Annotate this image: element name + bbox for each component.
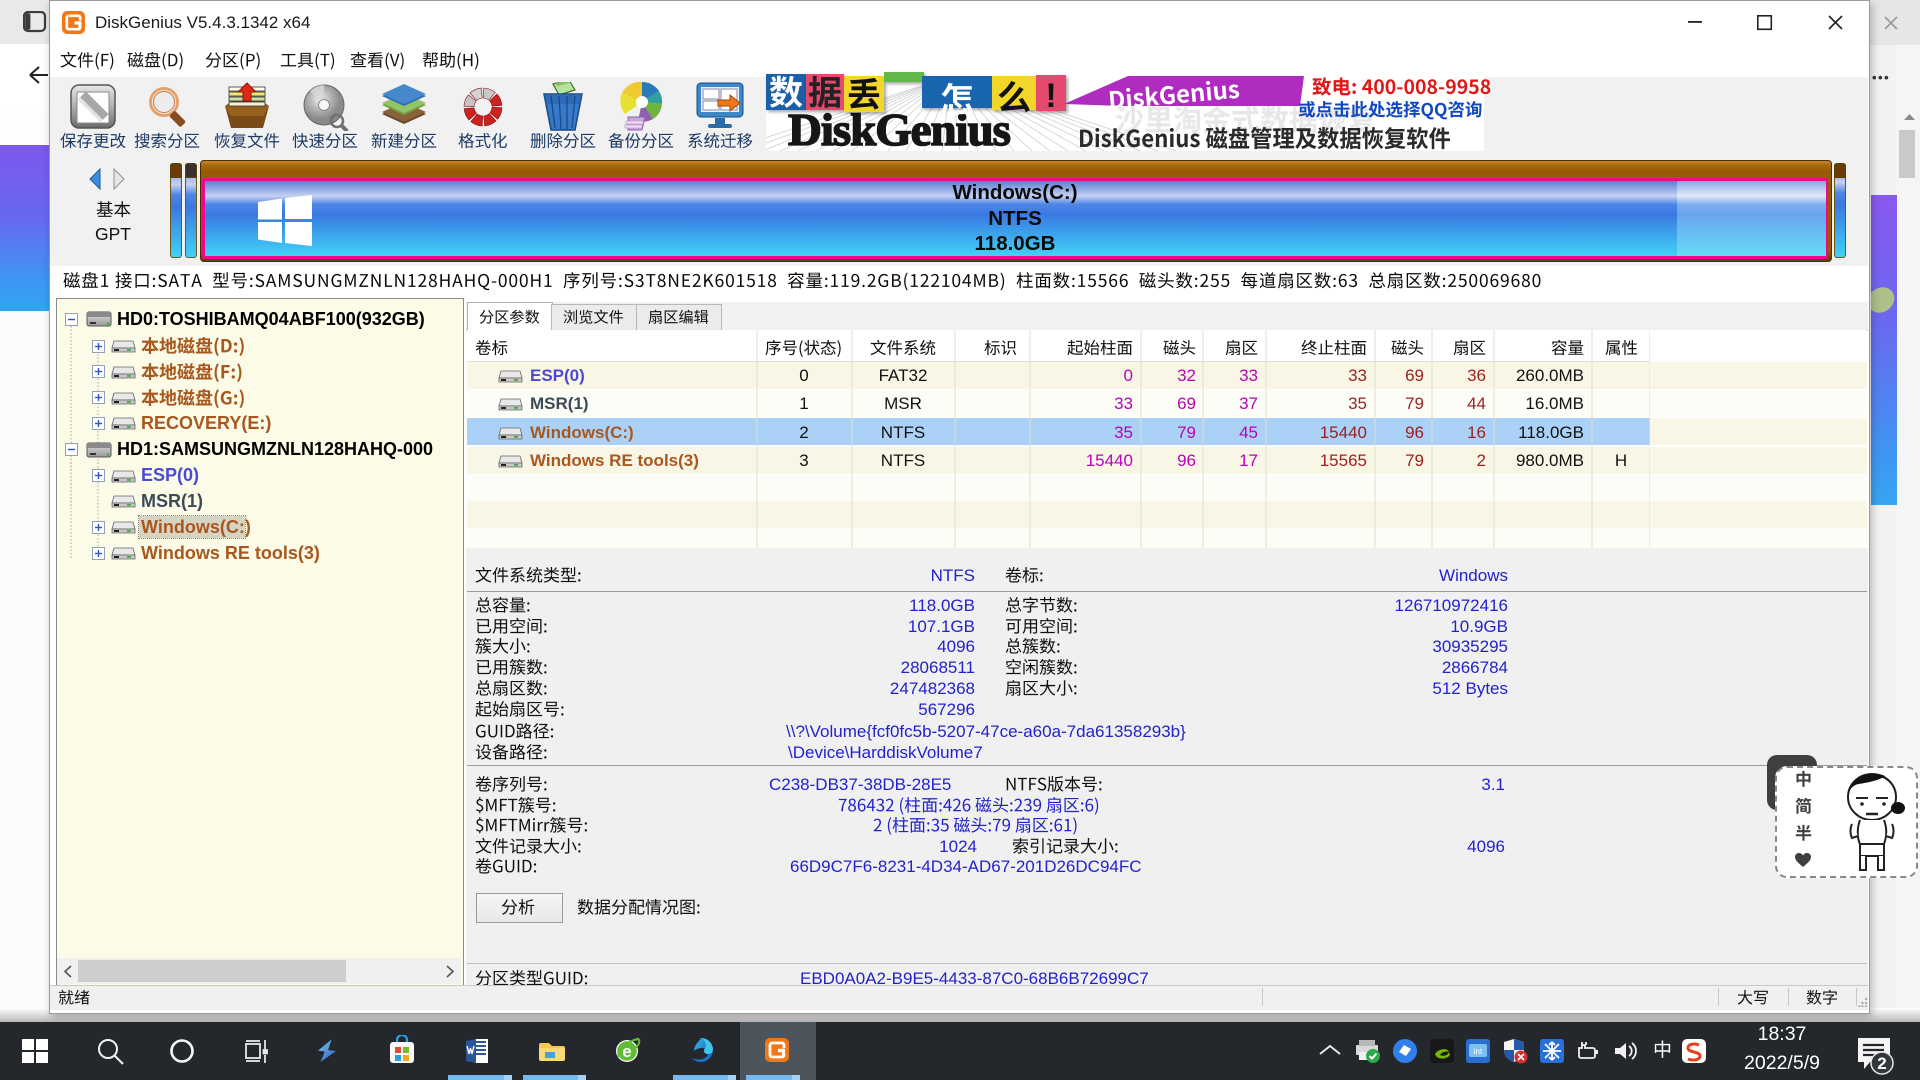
svg-text:int: int xyxy=(1474,1047,1483,1056)
svg-text:2: 2 xyxy=(1877,1054,1886,1073)
